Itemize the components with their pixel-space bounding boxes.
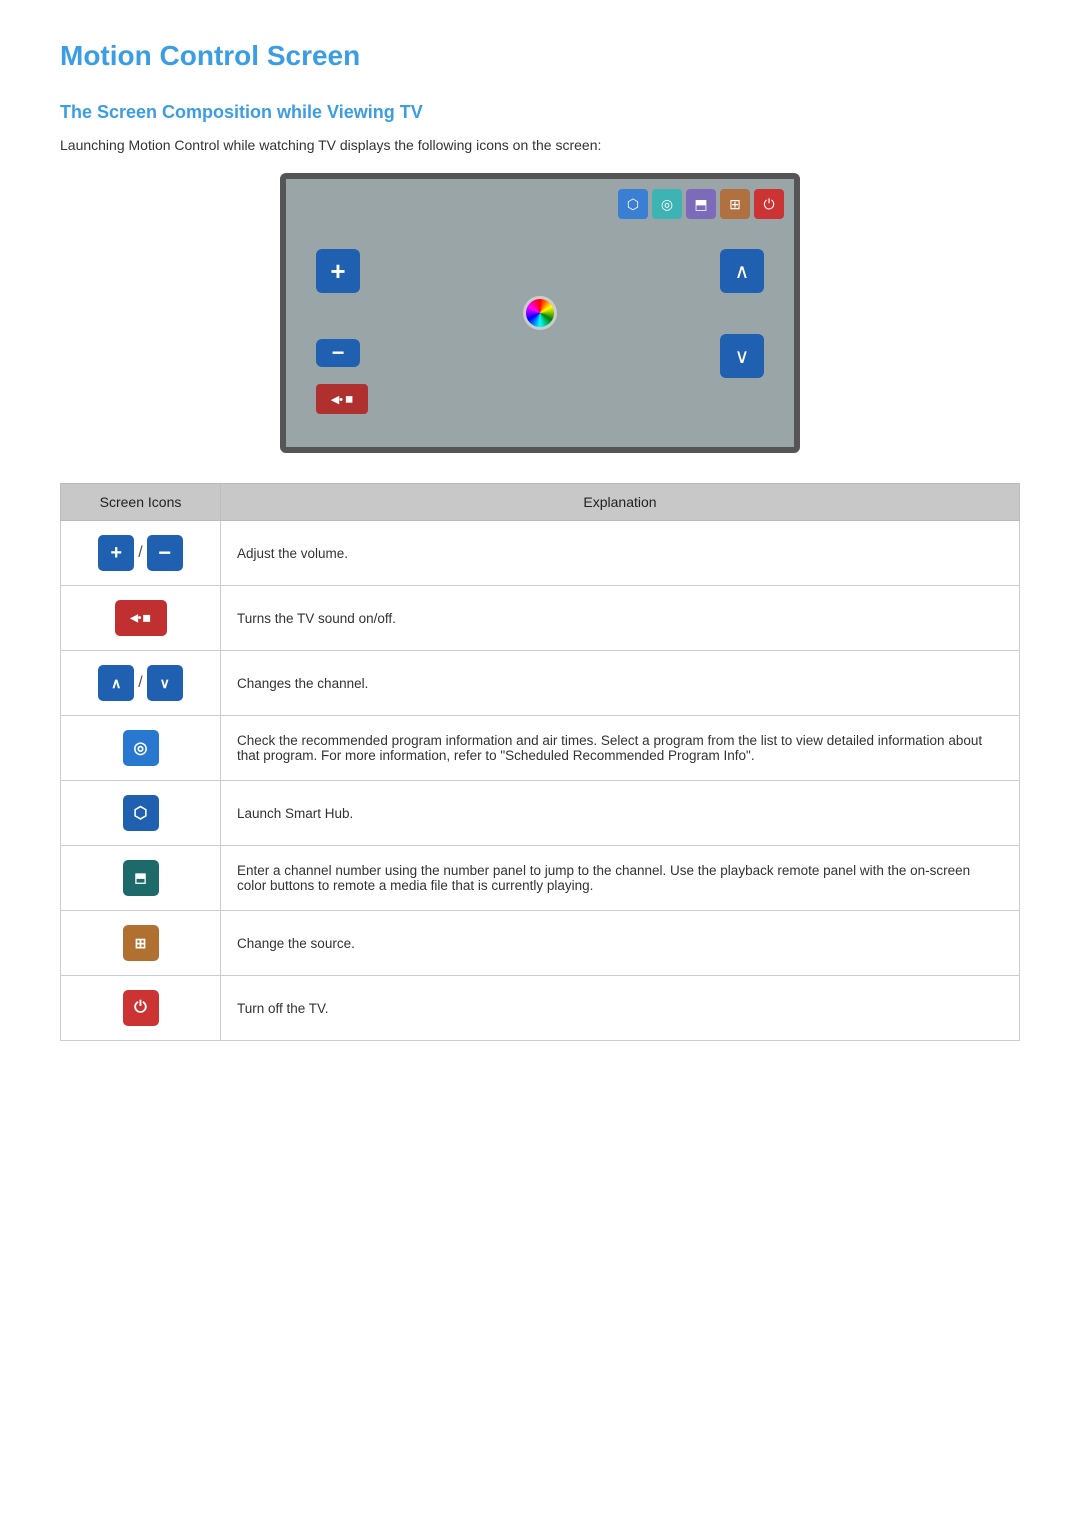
explanation-channel: Changes the channel. [221,651,1020,716]
section-title: The Screen Composition while Viewing TV [60,102,1020,123]
tv-vol-plus-icon: + [316,249,360,293]
icon-table: Screen Icons Explanation + / − Adjust th… [60,483,1020,1041]
icon-cell-recommend: ◎ [61,716,221,781]
table-row: ⬡ Launch Smart Hub. [61,781,1020,846]
table-row: ◎ Check the recommended program informat… [61,716,1020,781]
explanation-numpad: Enter a channel number using the number … [221,846,1020,911]
vol-plus-icon: + [98,535,134,571]
table-row: ⬒ Enter a channel number using the numbe… [61,846,1020,911]
explanation-smarthub: Launch Smart Hub. [221,781,1020,846]
recommend-icon: ◎ [123,730,159,766]
col-header-explanation: Explanation [221,484,1020,521]
tv-screen-wrapper: ⬡ ◎ ⬒ ⊞ ⏻ + − ◀• ◼ ∧ ∨ [60,173,1020,453]
tv-motion-cursor [523,296,557,330]
tv-ch-up-icon: ∧ [720,249,764,293]
table-row: + / − Adjust the volume. [61,521,1020,586]
numpad-icon: ⬒ [123,860,159,896]
page-title: Motion Control Screen [60,40,1020,72]
source-icon: ⊞ [123,925,159,961]
vol-minus-icon: − [147,535,183,571]
icon-cell-power: ⏻ [61,976,221,1041]
table-row: ◀• ◼ Turns the TV sound on/off. [61,586,1020,651]
icon-cell-vol: + / − [61,521,221,586]
smarthub-icon: ⬡ [123,795,159,831]
ch-up-icon: ∧ [98,665,134,701]
power-icon: ⏻ [123,990,159,1026]
tv-mute-icon: ◀• ◼ [316,384,368,414]
icon-cell-smarthub: ⬡ [61,781,221,846]
tv-vol-minus-icon: − [316,339,360,367]
explanation-source: Change the source. [221,911,1020,976]
channel-icon-group: ∧ / ∨ [98,665,182,701]
explanation-vol: Adjust the volume. [221,521,1020,586]
tv-screen: ⬡ ◎ ⬒ ⊞ ⏻ + − ◀• ◼ ∧ ∨ [280,173,800,453]
ch-down-icon: ∨ [147,665,183,701]
tv-recommend-icon: ◎ [652,189,682,219]
table-row: ⏻ Turn off the TV. [61,976,1020,1041]
tv-top-icons: ⬡ ◎ ⬒ ⊞ ⏻ [618,189,784,219]
mute-icon: ◀• ◼ [115,600,167,636]
col-header-icons: Screen Icons [61,484,221,521]
explanation-mute: Turns the TV sound on/off. [221,586,1020,651]
tv-ch-down-icon: ∨ [720,334,764,378]
explanation-power: Turn off the TV. [221,976,1020,1041]
intro-text: Launching Motion Control while watching … [60,137,1020,153]
icon-cell-channel: ∧ / ∨ [61,651,221,716]
table-row: ⊞ Change the source. [61,911,1020,976]
icon-cell-numpad: ⬒ [61,846,221,911]
tv-smarthub-icon: ⬡ [618,189,648,219]
tv-source-icon: ⊞ [720,189,750,219]
table-row: ∧ / ∨ Changes the channel. [61,651,1020,716]
icon-cell-source: ⊞ [61,911,221,976]
explanation-recommend: Check the recommended program informatio… [221,716,1020,781]
tv-numpad-icon: ⬒ [686,189,716,219]
slash-separator: / [138,544,142,562]
icon-cell-mute: ◀• ◼ [61,586,221,651]
slash-separator: / [138,674,142,692]
vol-icon-group: + / − [98,535,182,571]
tv-power-icon: ⏻ [754,189,784,219]
